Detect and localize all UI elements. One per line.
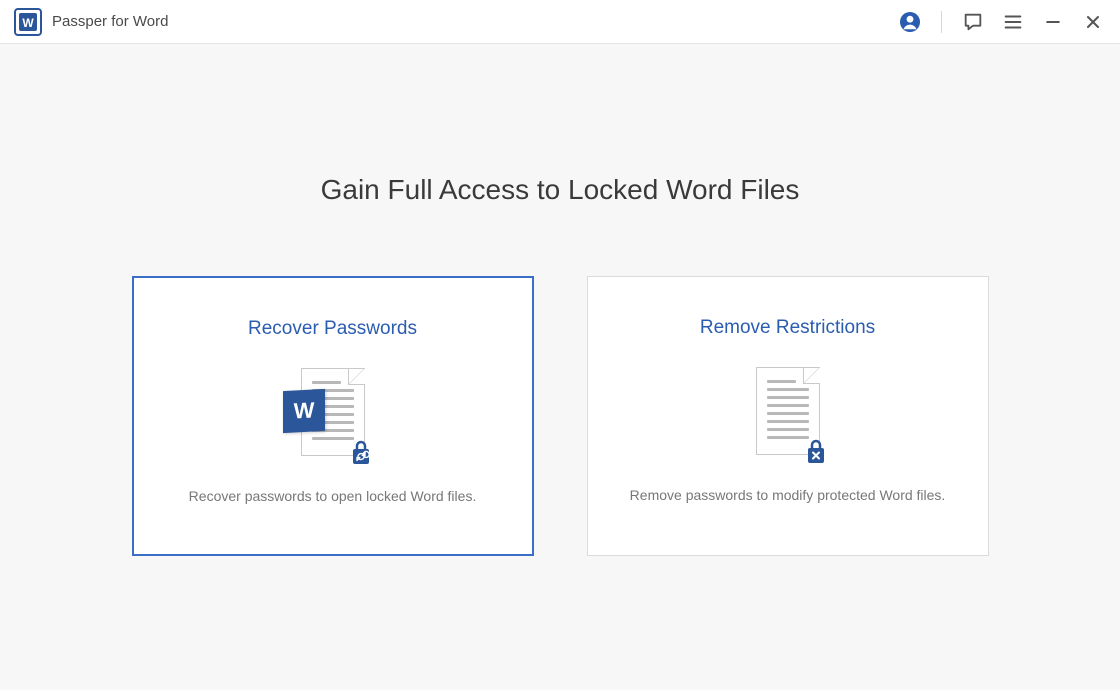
titlebar-controls — [897, 9, 1106, 35]
close-button[interactable] — [1080, 9, 1106, 35]
menu-button[interactable] — [1000, 9, 1026, 35]
page-heading: Gain Full Access to Locked Word Files — [321, 174, 800, 206]
app-logo-icon: W — [14, 8, 42, 36]
main-content: Gain Full Access to Locked Word Files Re… — [0, 44, 1120, 556]
card-title: Remove Restrictions — [700, 317, 875, 339]
minimize-icon — [1043, 12, 1063, 32]
remove-restrictions-icon — [738, 365, 838, 465]
close-icon — [1083, 12, 1103, 32]
card-title: Recover Passwords — [248, 318, 417, 340]
remove-restrictions-card[interactable]: Remove Restrictions — [587, 276, 989, 556]
card-description: Remove passwords to modify protected Wor… — [630, 487, 946, 503]
account-icon — [898, 10, 922, 34]
titlebar-divider — [941, 11, 942, 33]
svg-text:W: W — [22, 16, 34, 30]
app-title: Passper for Word — [52, 13, 897, 30]
titlebar: W Passper for Word — [0, 0, 1120, 44]
hamburger-icon — [1002, 11, 1024, 33]
option-cards: Recover Passwords W — [132, 276, 989, 556]
minimize-button[interactable] — [1040, 9, 1066, 35]
lock-remove-icon — [802, 437, 830, 465]
feedback-icon — [962, 11, 984, 33]
account-button[interactable] — [897, 9, 923, 35]
recover-passwords-card[interactable]: Recover Passwords W — [132, 276, 534, 556]
recover-passwords-icon: W — [283, 366, 383, 466]
card-description: Recover passwords to open locked Word fi… — [189, 488, 477, 504]
lock-refresh-icon — [347, 438, 375, 466]
word-badge-icon: W — [283, 389, 325, 433]
feedback-button[interactable] — [960, 9, 986, 35]
